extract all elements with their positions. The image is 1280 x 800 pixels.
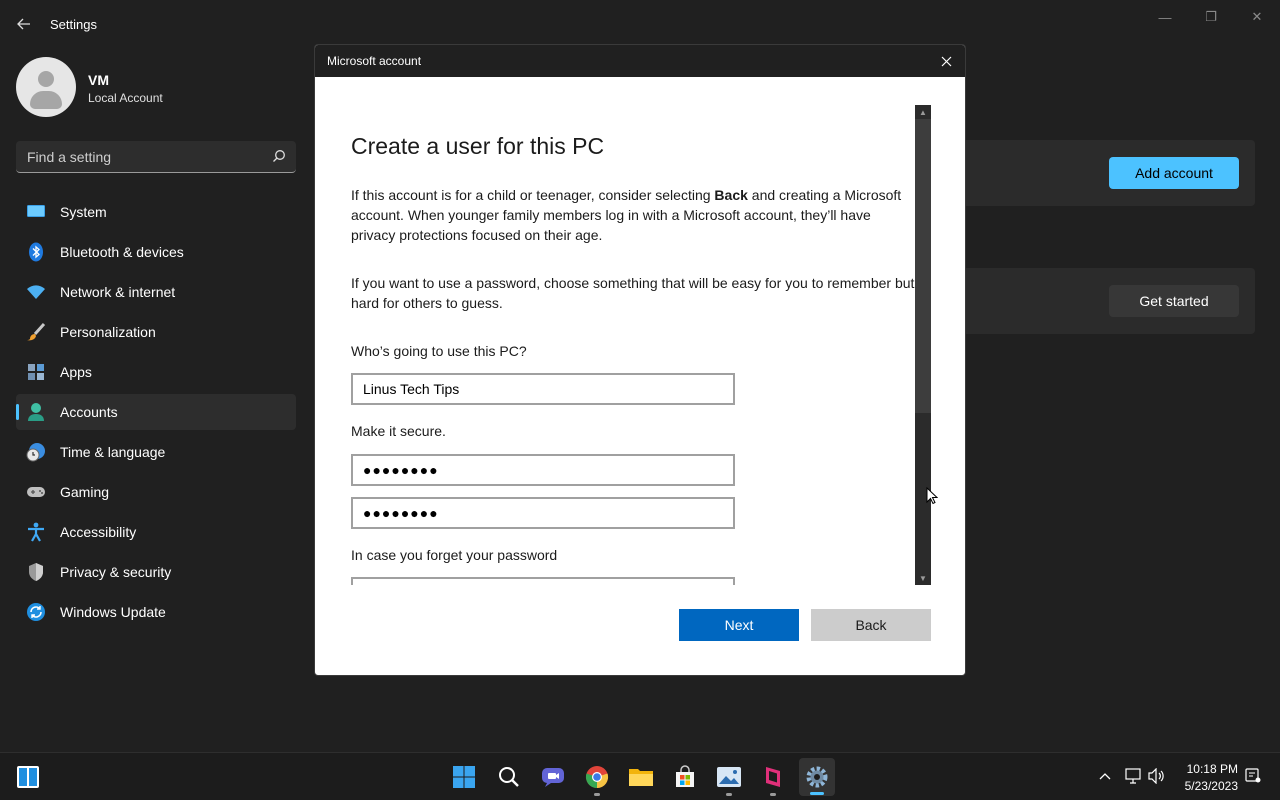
sidebar-item-time-language[interactable]: Time & language — [16, 434, 296, 470]
taskbar: 10:18 PM 5/23/2023 — [0, 752, 1280, 800]
account-type: Local Account — [88, 91, 163, 105]
sidebar-item-label: Accounts — [60, 404, 118, 420]
app-icon[interactable] — [759, 763, 787, 796]
title-bar: Settings — ❐ ✕ — [0, 0, 1280, 48]
brush-icon — [26, 322, 46, 342]
scrollbar-thumb[interactable] — [915, 119, 931, 413]
sidebar-item-system[interactable]: System — [16, 194, 296, 230]
file-explorer-icon[interactable] — [627, 763, 655, 791]
search-icon[interactable] — [272, 149, 286, 163]
microsoft-account-dialog: Microsoft account Create a user for this… — [314, 44, 966, 676]
dialog-scrollbar[interactable]: ▲ ▼ — [915, 105, 931, 585]
security-questions-label: In case you forget your password — [351, 547, 558, 563]
back-button[interactable]: Back — [811, 609, 931, 641]
sidebar-item-label: Gaming — [60, 484, 110, 500]
photos-icon[interactable] — [715, 763, 743, 796]
dialog-title-bar: Microsoft account — [315, 45, 965, 77]
username-label: Who’s going to use this PC? — [351, 343, 527, 359]
dialog-content: Create a user for this PC If this accoun… — [315, 77, 915, 585]
next-button[interactable]: Next — [679, 609, 799, 641]
system-icon — [26, 202, 46, 222]
mouse-cursor-icon — [926, 487, 938, 505]
start-icon[interactable] — [450, 763, 478, 791]
accessibility-icon — [26, 522, 46, 542]
sidebar-item-personalization[interactable]: Personalization — [16, 314, 296, 350]
wifi-icon — [26, 282, 46, 302]
gamepad-icon — [26, 482, 46, 502]
chrome-icon[interactable] — [583, 763, 611, 796]
back-emphasis: Back — [714, 187, 748, 203]
sidebar-item-label: Time & language — [60, 444, 166, 460]
scroll-up-icon[interactable]: ▲ — [915, 105, 931, 119]
sidebar-item-bluetooth[interactable]: Bluetooth & devices — [16, 234, 296, 270]
globe-clock-icon — [26, 442, 46, 462]
settings-icon[interactable] — [799, 758, 835, 796]
add-account-button[interactable]: Add account — [1109, 157, 1239, 189]
sidebar-item-windows-update[interactable]: Windows Update — [16, 594, 296, 630]
clock-date[interactable]: 5/23/2023 — [1176, 779, 1238, 793]
sidebar-item-label: Windows Update — [60, 604, 166, 620]
sidebar-item-accessibility[interactable]: Accessibility — [16, 514, 296, 550]
password-field[interactable] — [351, 454, 735, 486]
search-input[interactable] — [16, 141, 256, 172]
sidebar-item-network[interactable]: Network & internet — [16, 274, 296, 310]
update-icon — [26, 602, 46, 622]
sidebar-item-gaming[interactable]: Gaming — [16, 474, 296, 510]
minimize-button[interactable]: — — [1150, 8, 1180, 26]
chat-icon[interactable] — [539, 763, 567, 791]
accounts-icon — [26, 402, 46, 422]
avatar — [16, 57, 76, 117]
username-field[interactable] — [351, 373, 735, 405]
close-icon[interactable] — [937, 52, 955, 70]
search-box[interactable] — [16, 141, 296, 173]
clock-time[interactable]: 10:18 PM — [1184, 762, 1238, 776]
security-question-field[interactable] — [351, 577, 735, 585]
shield-icon — [26, 562, 46, 582]
sidebar-item-label: Accessibility — [60, 524, 137, 540]
notification-icon[interactable] — [1244, 767, 1262, 785]
sidebar-item-accounts[interactable]: Accounts — [16, 394, 296, 430]
sidebar-item-label: Apps — [60, 364, 92, 380]
taskbar-search-icon[interactable] — [495, 763, 523, 791]
dialog-title: Microsoft account — [327, 54, 422, 68]
user-name: VM — [88, 72, 109, 88]
scroll-down-icon[interactable]: ▼ — [915, 571, 931, 585]
app-title: Settings — [50, 17, 97, 32]
sidebar-item-label: Privacy & security — [60, 564, 172, 580]
sidebar-item-label: Personalization — [60, 324, 156, 340]
close-button[interactable]: ✕ — [1242, 8, 1272, 26]
sidebar-item-privacy[interactable]: Privacy & security — [16, 554, 296, 590]
back-arrow-icon[interactable] — [12, 12, 36, 36]
sidebar-nav: System Bluetooth & devices Network & int… — [16, 194, 296, 634]
chevron-up-icon[interactable] — [1096, 767, 1114, 785]
apps-icon — [26, 362, 46, 382]
bluetooth-icon — [26, 242, 46, 262]
password-label: Make it secure. — [351, 423, 446, 439]
store-icon[interactable] — [671, 763, 699, 791]
maximize-button[interactable]: ❐ — [1196, 8, 1226, 26]
sidebar-item-label: System — [60, 204, 107, 220]
task-view-icon[interactable] — [14, 763, 42, 791]
sidebar-item-label: Network & internet — [60, 284, 176, 300]
password-advice: If you want to use a password, choose so… — [351, 275, 915, 311]
child-account-notice: If this account is for a child or teenag… — [351, 187, 902, 243]
volume-icon[interactable] — [1148, 767, 1166, 785]
network-icon[interactable] — [1124, 767, 1142, 785]
sidebar-item-label: Bluetooth & devices — [60, 244, 184, 260]
page-title: Create a user for this PC — [351, 133, 605, 159]
confirm-password-field[interactable] — [351, 497, 735, 529]
sidebar-item-apps[interactable]: Apps — [16, 354, 296, 390]
get-started-button[interactable]: Get started — [1109, 285, 1239, 317]
